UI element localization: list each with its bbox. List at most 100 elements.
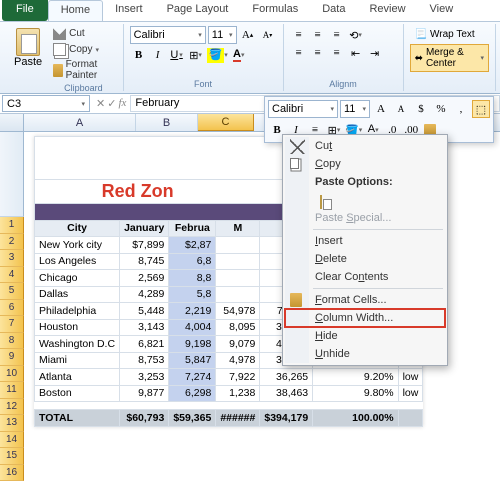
hdr-mar: M [216,220,260,237]
copy-button[interactable]: Copy▾ [50,42,116,57]
total-pct: 100.00% [313,410,398,427]
merge-center-button[interactable]: ⬌Merge & Center▾ [410,44,489,72]
row-header[interactable]: 2 [0,234,24,251]
format-painter-button[interactable]: Format Painter [50,58,116,82]
mini-percent[interactable]: % [432,100,450,118]
row-header[interactable]: 6 [0,300,24,317]
row-header[interactable]: 4 [0,267,24,284]
increase-indent-button[interactable]: ⇥ [366,44,384,62]
total-apr: $394,179 [260,410,313,427]
ribbon: Paste Cut Copy▾ Format Painter Clipboard… [0,22,500,94]
tab-insert[interactable]: Insert [103,0,155,21]
increase-font-button[interactable]: A▴ [239,26,257,44]
row-header[interactable]: 3 [0,250,24,267]
align-center-button[interactable]: ≡ [309,44,327,62]
bold-button[interactable]: B [130,46,148,64]
paste-icon [16,28,40,56]
menu-column-width[interactable]: Column Width... [285,309,445,327]
tab-review[interactable]: Review [357,0,417,21]
row-header[interactable]: 7 [0,316,24,333]
tab-formulas[interactable]: Formulas [240,0,310,21]
row-header[interactable]: 14 [0,432,24,449]
total-label: TOTAL [35,410,120,427]
mini-format-button[interactable]: ⬚ [472,100,490,118]
row-header[interactable]: 15 [0,448,24,465]
row-header[interactable]: 5 [0,283,24,300]
underline-button[interactable]: U▾ [168,46,186,64]
font-color-button[interactable]: A▾ [230,46,248,64]
wrap-text-button[interactable]: 📃Wrap Text [410,26,489,43]
hdr-jan: January [120,220,169,237]
row-header[interactable]: 16 [0,465,24,482]
enter-formula-button[interactable]: ✓ [107,97,116,110]
row-header[interactable]: 8 [0,333,24,350]
total-mar: ###### [216,410,260,427]
cancel-formula-button[interactable]: ✕ [96,97,105,110]
align-middle-button[interactable]: ≡ [309,26,327,44]
row-header[interactable]: 12 [0,399,24,416]
align-right-button[interactable]: ≡ [328,44,346,62]
hdr-city: City [35,220,120,237]
fp-label: Format Painter [66,59,114,81]
menu-unhide[interactable]: Unhide [285,345,445,363]
row-header[interactable]: 9 [0,349,24,366]
menu-hide[interactable]: Hide [285,327,445,345]
name-box[interactable]: C3▾ [2,95,90,112]
orientation-button[interactable]: ⟲▾ [347,26,365,44]
brush-icon [53,64,62,77]
context-menu: Cut Copy Paste Options: Paste Special...… [282,134,448,366]
menu-format-cells[interactable]: Format Cells... [285,291,445,309]
fx-button[interactable]: fx [118,97,126,110]
align-bottom-button[interactable]: ≡ [328,26,346,44]
menu-delete[interactable]: Delete [285,250,445,268]
tab-data[interactable]: Data [310,0,357,21]
menu-cut[interactable]: Cut [285,137,445,155]
mini-size-combo[interactable]: 11▾ [340,100,370,118]
wrap-icon: 📃 [415,29,427,40]
ribbon-tabs: File Home Insert Page Layout Formulas Da… [0,0,500,22]
menu-clear-contents[interactable]: Clear Contents [285,268,445,286]
scissors-icon [53,27,66,40]
mini-grow-font[interactable]: A [372,100,390,118]
cut-button[interactable]: Cut [50,26,116,41]
merge-icon: ⬌ [415,53,423,64]
tab-page-layout[interactable]: Page Layout [155,0,241,21]
decrease-font-button[interactable]: A▾ [259,26,277,44]
tab-home[interactable]: Home [48,0,103,21]
font-name-combo[interactable]: Calibri▾ [130,26,206,44]
italic-button[interactable]: I [149,46,167,64]
copy-label: Copy [69,44,92,55]
fill-color-button[interactable]: 🪣▾ [206,46,229,64]
paste-button[interactable]: Paste [10,26,46,89]
col-header-b[interactable]: B [136,114,198,131]
mini-shrink-font[interactable]: A [392,100,410,118]
cut-label: Cut [69,28,85,39]
menu-paste-option[interactable] [285,191,445,209]
menu-copy[interactable]: Copy [285,155,445,173]
decrease-indent-button[interactable]: ⇤ [347,44,365,62]
align-top-button[interactable]: ≡ [290,26,308,44]
row-header[interactable]: 10 [0,366,24,383]
mini-currency[interactable]: $ [412,100,430,118]
row-header[interactable]: 1 [0,217,24,234]
row-header[interactable]: 11 [0,382,24,399]
col-header-a[interactable]: A [24,114,136,131]
paste-label: Paste [14,56,42,68]
menu-insert[interactable]: Insert [285,232,445,250]
tab-file[interactable]: File [2,0,48,21]
mini-comma[interactable]: , [452,100,470,118]
row-header-blank[interactable] [0,132,24,217]
col-header-c[interactable]: C [198,114,254,131]
row-header[interactable]: 13 [0,415,24,432]
tab-view[interactable]: View [418,0,466,21]
font-size-combo[interactable]: 11▾ [208,26,237,44]
table-row: Boston9,8776,2981,23838,4639.80%low [35,385,423,402]
select-all-corner[interactable] [0,114,24,131]
align-left-button[interactable]: ≡ [290,44,308,62]
hdr-feb: Februa [169,220,216,237]
format-icon [290,293,302,307]
border-button[interactable]: ⊞▾ [187,46,205,64]
scissors-icon [290,139,305,154]
mini-font-combo[interactable]: Calibri▾ [268,100,338,118]
clipboard-group-label: Clipboard [50,83,116,93]
